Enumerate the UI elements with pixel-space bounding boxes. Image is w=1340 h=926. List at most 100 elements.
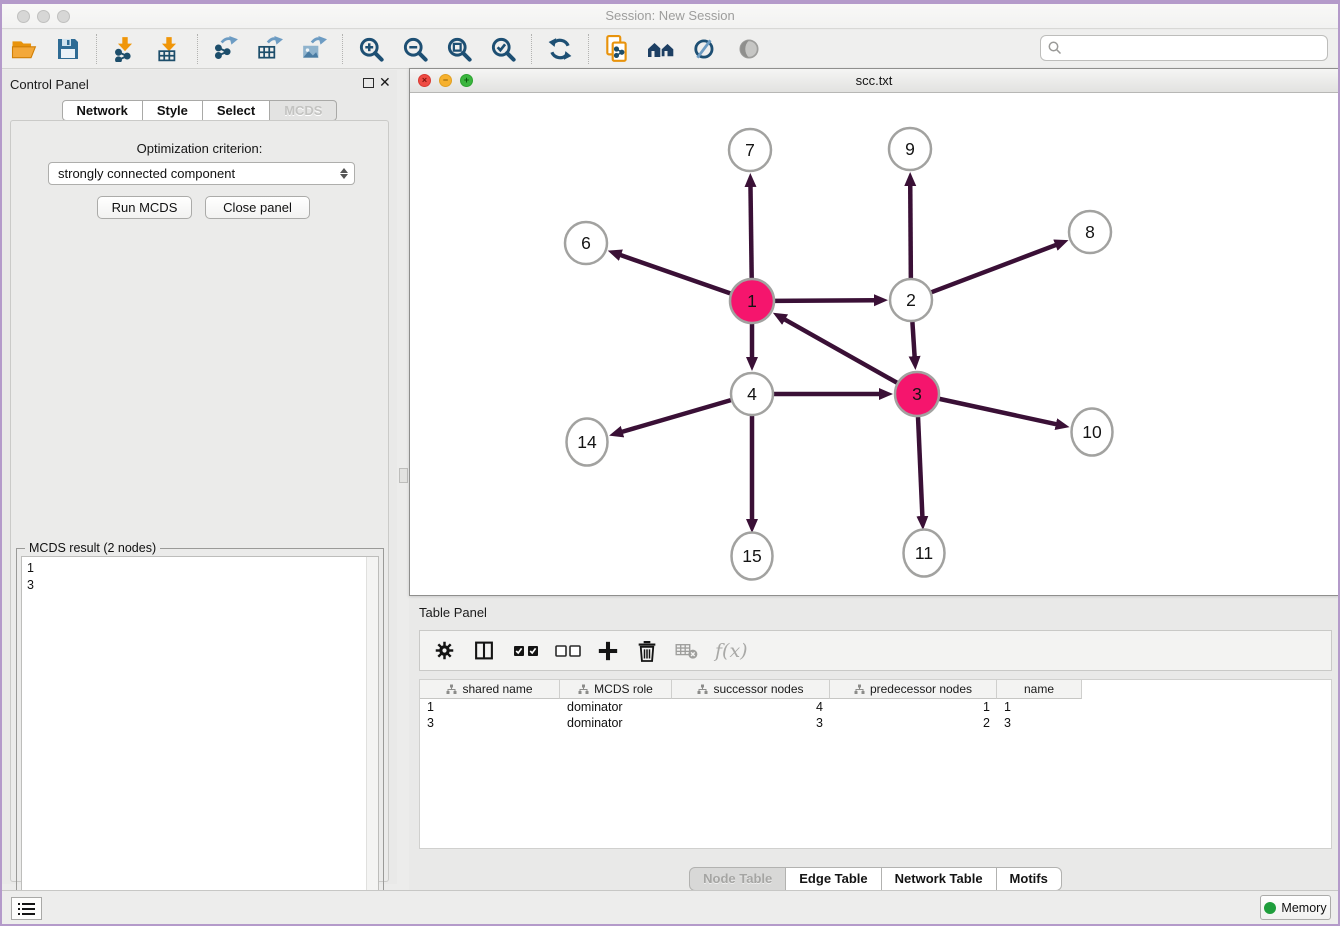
graph-edge-2-8[interactable] xyxy=(932,244,1058,292)
vertical-split-grip[interactable] xyxy=(399,468,408,483)
toolbar-separator xyxy=(531,34,532,64)
float-panel-icon[interactable] xyxy=(363,78,374,88)
svg-text:14: 14 xyxy=(577,432,597,452)
graph-node-3[interactable]: 3 xyxy=(895,372,939,416)
memory-status-icon xyxy=(1264,902,1276,914)
tab-node-table[interactable]: Node Table xyxy=(689,867,786,891)
svg-text:11: 11 xyxy=(915,543,933,563)
column-label: predecessor nodes xyxy=(870,682,972,696)
graph-edge-3-11[interactable] xyxy=(918,417,922,518)
column-header-MCDS-role[interactable]: MCDS role xyxy=(560,680,672,699)
graph-node-14[interactable]: 14 xyxy=(567,419,608,466)
network-window-title: scc.txt xyxy=(410,73,1338,88)
column-header-predecessor-nodes[interactable]: predecessor nodes xyxy=(830,680,997,699)
svg-text:4: 4 xyxy=(747,384,757,404)
column-label: name xyxy=(1024,682,1054,696)
control-panel-title: Control Panel xyxy=(10,77,89,92)
zoom-in-icon[interactable] xyxy=(356,35,386,63)
tab-select[interactable]: Select xyxy=(203,100,270,121)
graph-edge-2-9[interactable] xyxy=(910,184,911,278)
column-header-successor-nodes[interactable]: successor nodes xyxy=(672,680,830,699)
graph-node-15[interactable]: 15 xyxy=(732,533,773,580)
graph-node-8[interactable]: 8 xyxy=(1069,211,1111,253)
open-session-icon[interactable] xyxy=(9,35,39,63)
graph-edge-3-1[interactable] xyxy=(783,319,897,383)
graph-node-1[interactable]: 1 xyxy=(730,279,774,323)
column-header-name[interactable]: name xyxy=(997,680,1082,699)
zoom-out-icon[interactable] xyxy=(400,35,430,63)
run-mcds-button[interactable]: Run MCDS xyxy=(97,196,192,219)
svg-text:7: 7 xyxy=(745,140,755,160)
table-row[interactable]: 1dominator411 xyxy=(420,699,1331,715)
toolbar-separator xyxy=(342,34,343,64)
tab-motifs[interactable]: Motifs xyxy=(997,867,1062,891)
table-row[interactable]: 3dominator323 xyxy=(420,715,1331,731)
export-network-icon[interactable] xyxy=(211,35,241,63)
criterion-select-value: strongly connected component xyxy=(58,166,235,181)
mcds-result-item: 3 xyxy=(27,577,378,594)
graph-edge-1-6[interactable] xyxy=(619,255,730,294)
import-network-icon[interactable] xyxy=(110,35,140,63)
zoom-selected-icon[interactable] xyxy=(488,35,518,63)
memory-button[interactable]: Memory xyxy=(1260,895,1331,920)
graph-edge-3-10[interactable] xyxy=(939,399,1057,425)
table-cell: 3 xyxy=(672,715,830,731)
graph-node-2[interactable]: 2 xyxy=(890,279,932,321)
delete-row-icon[interactable] xyxy=(637,640,657,662)
table-header-row: shared nameMCDS rolesuccessor nodes prede… xyxy=(420,680,1331,699)
add-row-icon[interactable] xyxy=(597,640,619,662)
tab-network[interactable]: Network xyxy=(62,100,143,121)
export-image-icon[interactable] xyxy=(299,35,329,63)
duplicate-network-icon[interactable] xyxy=(602,35,632,63)
table-cell: 3 xyxy=(420,715,560,731)
column-header-shared-name[interactable]: shared name xyxy=(420,680,560,699)
tab-network-table[interactable]: Network Table xyxy=(882,867,997,891)
import-table-icon[interactable] xyxy=(154,35,184,63)
hierarchy-icon xyxy=(697,684,708,695)
settings-gear-icon[interactable] xyxy=(434,640,455,661)
mcds-panel: Optimization criterion: strongly connect… xyxy=(10,120,389,882)
table-cell: 1 xyxy=(997,699,1082,715)
deselect-all-icon[interactable] xyxy=(555,644,581,658)
svg-text:9: 9 xyxy=(905,139,915,159)
close-panel-icon[interactable]: ✕ xyxy=(379,74,391,90)
save-session-icon[interactable] xyxy=(53,35,83,63)
graph-node-10[interactable]: 10 xyxy=(1072,409,1113,456)
apply-style-icon[interactable] xyxy=(690,35,720,63)
tab-mcds[interactable]: MCDS xyxy=(270,100,337,121)
main-titlebar: Session: New Session xyxy=(2,4,1338,29)
table-cell: dominator xyxy=(560,715,672,731)
result-scrollbar[interactable] xyxy=(366,557,378,915)
refresh-icon[interactable] xyxy=(545,35,575,63)
graph-edge-1-2[interactable] xyxy=(775,300,876,301)
export-table-icon[interactable] xyxy=(255,35,285,63)
columns-icon[interactable] xyxy=(473,640,495,661)
function-builder-icon: f(x) xyxy=(715,640,748,662)
svg-text:8: 8 xyxy=(1085,222,1095,242)
graph-edge-1-7[interactable] xyxy=(750,185,751,278)
svg-text:3: 3 xyxy=(912,384,922,404)
fit-content-icon[interactable] xyxy=(444,35,474,63)
svg-text:1: 1 xyxy=(747,291,757,311)
network-window-titlebar: × − + scc.txt xyxy=(410,69,1338,93)
graph-edge-2-3[interactable] xyxy=(912,322,914,358)
graph-node-9[interactable]: 9 xyxy=(889,128,931,170)
graph-edge-4-14[interactable] xyxy=(621,400,731,432)
home-icon[interactable] xyxy=(646,35,676,63)
graph-node-11[interactable]: 11 xyxy=(904,530,945,577)
graph-node-4[interactable]: 4 xyxy=(731,373,773,415)
graph-node-6[interactable]: 6 xyxy=(565,222,607,264)
criterion-select[interactable]: strongly connected component xyxy=(48,162,355,185)
search-input[interactable] xyxy=(1063,38,1327,58)
mcds-result-title: MCDS result (2 nodes) xyxy=(25,541,160,555)
node-table: shared nameMCDS rolesuccessor nodes prede… xyxy=(419,679,1332,849)
mcds-result-item: 1 xyxy=(27,560,378,577)
graph-node-7[interactable]: 7 xyxy=(729,129,771,171)
tab-style[interactable]: Style xyxy=(143,100,203,121)
task-history-button[interactable] xyxy=(11,897,42,920)
select-all-icon[interactable] xyxy=(513,644,539,658)
table-panel: Table Panel ✕ f(x) xyxy=(409,599,1340,896)
network-canvas[interactable]: 7 9 6 8 1 2 4 3 14 10 15 11 xyxy=(410,93,1338,595)
close-panel-button[interactable]: Close panel xyxy=(205,196,310,219)
tab-edge-table[interactable]: Edge Table xyxy=(786,867,881,891)
